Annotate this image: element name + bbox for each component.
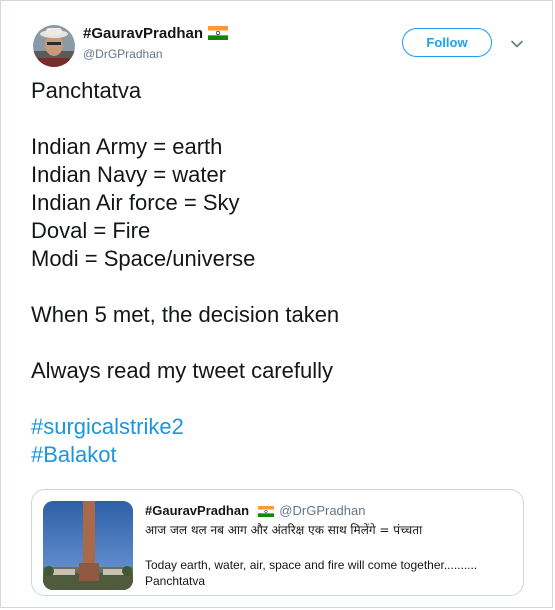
tweet-text: Panchtatva Indian Army = earth Indian Na… [31, 77, 531, 469]
tweet-line [31, 273, 531, 301]
tweet-line: Indian Air force = Sky [31, 190, 240, 215]
tweet-line: Modi = Space/universe [31, 246, 256, 271]
india-flag-icon [257, 505, 274, 520]
tweet-line [31, 105, 531, 133]
quoted-hindi-text: आज जल थल नब आग और अंतरिक्ष एक साथ मिलेंग… [145, 523, 423, 537]
india-flag-icon [208, 26, 229, 44]
quoted-author-handle: @DrGPradhan [279, 503, 366, 518]
quoted-author-name: #GauravPradhan [145, 503, 250, 518]
hashtag-link[interactable]: #surgicalstrike2 [31, 413, 531, 441]
tweet-line: Indian Army = earth [31, 134, 223, 159]
hashtag-link[interactable]: #Balakot [31, 441, 531, 469]
follow-button[interactable]: Follow [402, 28, 492, 57]
author-handle[interactable]: @DrGPradhan [83, 47, 163, 61]
tweet-line: Panchtatva [31, 78, 142, 103]
author-display-name[interactable]: #GauravPradhan [83, 25, 203, 42]
tweet-line: Indian Navy = water [31, 162, 227, 187]
quoted-english-text: Today earth, water, air, space and fire … [145, 558, 478, 588]
author-name-line[interactable]: #GauravPradhan [83, 25, 229, 44]
tweet-line [31, 385, 531, 413]
tweet-card: #GauravPradhan @DrGPradhan Follow Pancht… [0, 0, 553, 608]
tweet-header: #GauravPradhan @DrGPradhan Follow [29, 23, 524, 73]
quoted-author-line: #GauravPradhan @DrGPradhan [145, 503, 365, 520]
tweet-line: Always read my tweet carefully [31, 358, 333, 383]
quoted-tweet[interactable]: #GauravPradhan @DrGPradhan आज जल थल नब आ… [31, 489, 524, 596]
tweet-line: When 5 met, the decision taken [31, 302, 340, 327]
avatar[interactable] [33, 25, 75, 67]
tweet-line [31, 329, 531, 357]
chevron-down-icon[interactable] [510, 37, 524, 51]
tweet-line: Doval = Fire [31, 218, 151, 243]
war-memorial-thumbnail [43, 501, 133, 590]
